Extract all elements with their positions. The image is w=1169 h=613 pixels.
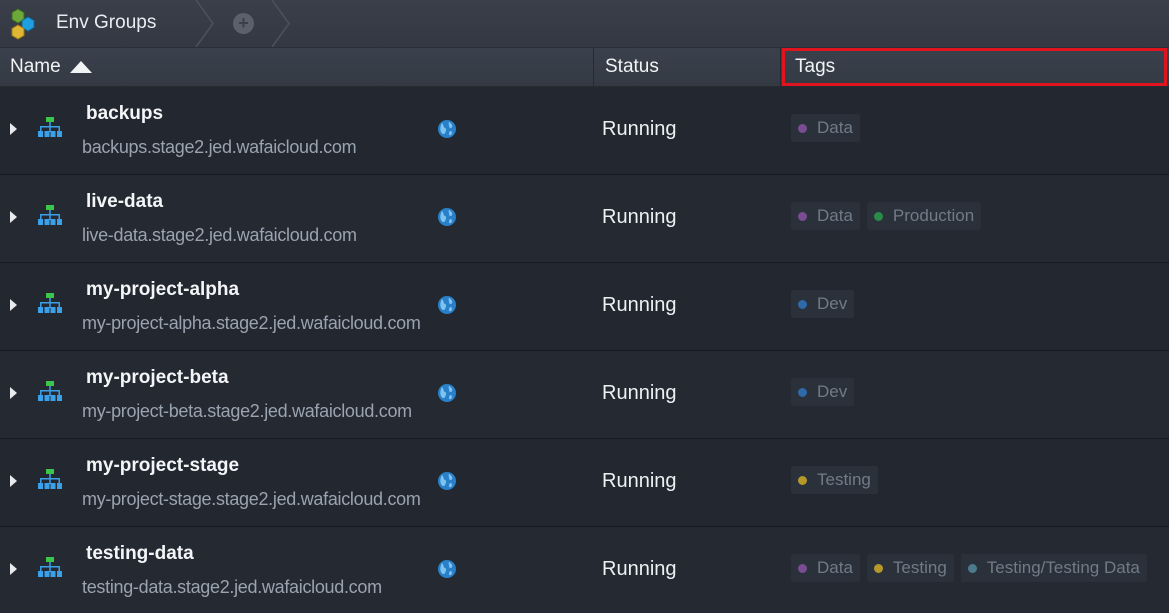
tab-bar: Env Groups + bbox=[0, 0, 1169, 48]
environment-topology-icon bbox=[38, 205, 62, 225]
tag-badge[interactable]: Data bbox=[791, 554, 860, 582]
tag-badge[interactable]: Data bbox=[791, 114, 860, 142]
column-header-tags[interactable]: Tags bbox=[782, 48, 1167, 86]
environment-status: Running bbox=[602, 558, 677, 580]
environment-status: Running bbox=[602, 470, 677, 492]
globe-icon[interactable] bbox=[437, 383, 457, 403]
environment-name[interactable]: my-project-stage bbox=[86, 455, 239, 477]
environment-topology-icon bbox=[38, 469, 62, 489]
tag-label: Data bbox=[817, 558, 853, 577]
expand-arrow-icon[interactable] bbox=[10, 387, 17, 399]
globe-icon[interactable] bbox=[437, 119, 457, 139]
tag-color-dot-icon bbox=[967, 563, 977, 573]
tag-badge[interactable]: Dev bbox=[791, 290, 855, 318]
environment-domain-link[interactable]: testing-data.stage2.jed.wafaicloud.com bbox=[82, 576, 382, 598]
environment-name[interactable]: backups bbox=[86, 103, 163, 125]
tag-list: Data bbox=[791, 114, 860, 142]
environment-name[interactable]: live-data bbox=[86, 191, 163, 213]
column-header-status[interactable]: Status bbox=[595, 48, 781, 86]
tag-list: Data Production bbox=[791, 202, 982, 230]
tag-color-dot-icon bbox=[798, 475, 807, 485]
environment-status: Running bbox=[602, 382, 677, 404]
table-row[interactable]: my-project-stage my-project-stage.stage2… bbox=[0, 439, 1169, 527]
plus-circle-icon: + bbox=[238, 13, 249, 33]
tag-badge[interactable]: Data bbox=[791, 202, 860, 230]
table-row[interactable]: my-project-beta my-project-beta.stage2.j… bbox=[0, 351, 1169, 439]
tag-list: Data Testing Testing/Testing Data bbox=[791, 554, 1147, 582]
globe-icon[interactable] bbox=[437, 471, 457, 491]
expand-arrow-icon[interactable] bbox=[10, 123, 17, 135]
tag-list: Dev bbox=[791, 290, 855, 318]
column-tags-label: Tags bbox=[795, 56, 836, 77]
tag-badge[interactable]: Testing bbox=[866, 554, 954, 582]
environment-topology-icon bbox=[38, 293, 62, 313]
expand-arrow-icon[interactable] bbox=[10, 563, 17, 575]
expand-arrow-icon[interactable] bbox=[10, 475, 17, 487]
environment-domain-link[interactable]: my-project-stage.stage2.jed.wafaicloud.c… bbox=[82, 488, 421, 510]
environment-name[interactable]: my-project-beta bbox=[86, 367, 229, 389]
tag-label: Testing bbox=[817, 470, 871, 489]
expand-arrow-icon[interactable] bbox=[10, 211, 17, 223]
tag-badge[interactable]: Dev bbox=[791, 378, 855, 406]
tag-color-dot-icon bbox=[798, 387, 807, 397]
tag-label: Data bbox=[817, 206, 853, 225]
tag-label: Testing/Testing Data bbox=[986, 558, 1140, 577]
tag-color-dot-icon bbox=[798, 123, 807, 133]
column-status-label: Status bbox=[605, 56, 659, 77]
tag-label: Dev bbox=[817, 294, 848, 313]
tag-color-dot-icon bbox=[873, 563, 883, 573]
tag-label: Testing bbox=[892, 558, 947, 577]
column-name-label: Name bbox=[10, 56, 61, 77]
column-header-name[interactable]: Name bbox=[0, 48, 594, 86]
add-tab-button[interactable]: + bbox=[233, 13, 254, 34]
tab-separator-icon bbox=[271, 0, 290, 47]
environment-domain-link[interactable]: my-project-alpha.stage2.jed.wafaicloud.c… bbox=[82, 312, 421, 334]
globe-icon[interactable] bbox=[437, 207, 457, 227]
tag-badge[interactable]: Production bbox=[866, 202, 982, 230]
environment-domain-link[interactable]: backups.stage2.jed.wafaicloud.com bbox=[82, 136, 357, 158]
environment-domain-link[interactable]: my-project-beta.stage2.jed.wafaicloud.co… bbox=[82, 400, 412, 422]
environment-topology-icon bbox=[38, 557, 62, 577]
environment-name[interactable]: testing-data bbox=[86, 543, 194, 565]
tab-env-groups[interactable]: Env Groups bbox=[0, 0, 210, 47]
environment-name[interactable]: my-project-alpha bbox=[86, 279, 239, 301]
table-row[interactable]: live-data live-data.stage2.jed.wafaiclou… bbox=[0, 175, 1169, 263]
environment-list: backups backups.stage2.jed.wafaicloud.co… bbox=[0, 87, 1169, 613]
tag-color-dot-icon bbox=[798, 299, 807, 309]
tag-badge[interactable]: Testing/Testing Data bbox=[960, 554, 1147, 582]
globe-icon[interactable] bbox=[437, 559, 457, 579]
tag-color-dot-icon bbox=[798, 211, 807, 221]
table-row[interactable]: my-project-alpha my-project-alpha.stage2… bbox=[0, 263, 1169, 351]
expand-arrow-icon[interactable] bbox=[10, 299, 17, 311]
tag-list: Dev bbox=[791, 378, 855, 406]
tab-label: Env Groups bbox=[56, 12, 157, 33]
environment-domain-link[interactable]: live-data.stage2.jed.wafaicloud.com bbox=[82, 224, 357, 246]
globe-icon[interactable] bbox=[437, 295, 457, 315]
environment-status: Running bbox=[602, 294, 677, 316]
environment-topology-icon bbox=[38, 381, 62, 401]
tag-badge[interactable]: Testing bbox=[791, 466, 878, 494]
environment-status: Running bbox=[602, 206, 677, 228]
env-groups-logo-icon bbox=[11, 8, 35, 40]
environment-status: Running bbox=[602, 118, 677, 140]
tag-label: Production bbox=[892, 206, 975, 225]
env-groups-app: Env Groups + Name Status Tags backups ba… bbox=[0, 0, 1169, 613]
tag-color-dot-icon bbox=[798, 563, 807, 573]
environment-topology-icon bbox=[38, 117, 62, 137]
sort-ascending-icon bbox=[69, 61, 92, 73]
tag-color-dot-icon bbox=[873, 211, 883, 221]
tab-separator-icon bbox=[195, 0, 214, 47]
tag-label: Dev bbox=[817, 382, 848, 401]
column-header: Name Status Tags bbox=[0, 48, 1169, 87]
table-row[interactable]: backups backups.stage2.jed.wafaicloud.co… bbox=[0, 87, 1169, 175]
table-row[interactable]: testing-data testing-data.stage2.jed.waf… bbox=[0, 527, 1169, 613]
tag-label: Data bbox=[817, 118, 853, 137]
tag-list: Testing bbox=[791, 466, 878, 494]
